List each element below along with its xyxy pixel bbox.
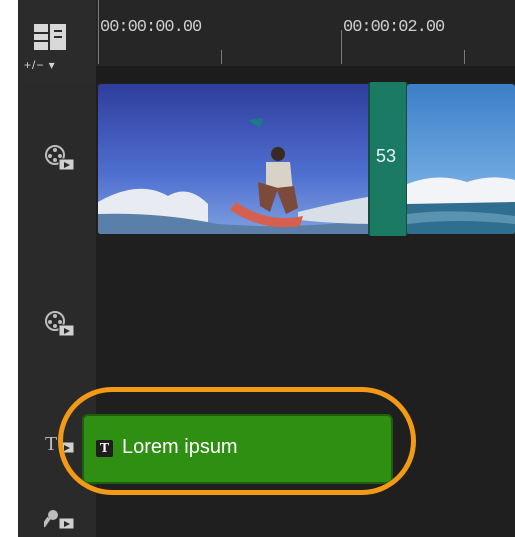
video-track-icon <box>45 145 75 171</box>
video-track-lane[interactable]: 53 <box>96 82 515 243</box>
voice-track-icon <box>44 510 75 530</box>
timeline-header-controls: +/− ▾ <box>18 0 97 82</box>
svg-text:T: T <box>45 433 57 455</box>
voice-track-header[interactable] <box>18 488 97 537</box>
time-ruler[interactable]: 00:00:00.00 00:00:02.00 <box>96 0 515 66</box>
ruler-timecode: 00:00:02.00 <box>343 18 445 37</box>
highlight-annotation <box>58 387 416 495</box>
overlay-track-header[interactable] <box>18 242 97 405</box>
video-clip[interactable] <box>98 84 373 234</box>
video-clip[interactable] <box>407 84 515 234</box>
overlay-track-lane[interactable] <box>96 242 515 405</box>
zoom-control[interactable]: +/− ▾ <box>24 58 56 72</box>
voice-track-lane[interactable] <box>96 488 515 537</box>
ruler-band <box>96 66 515 83</box>
overlay-track-icon <box>45 311 75 337</box>
ruler-timecode: 00:00:00.00 <box>100 18 202 37</box>
track-manager-icon[interactable] <box>34 24 66 50</box>
transition-clip[interactable]: 53 <box>368 82 408 236</box>
video-thumbnail <box>98 84 373 234</box>
video-thumbnail <box>407 84 515 234</box>
video-track-header[interactable] <box>18 82 97 243</box>
transition-label: 53 <box>376 146 397 166</box>
